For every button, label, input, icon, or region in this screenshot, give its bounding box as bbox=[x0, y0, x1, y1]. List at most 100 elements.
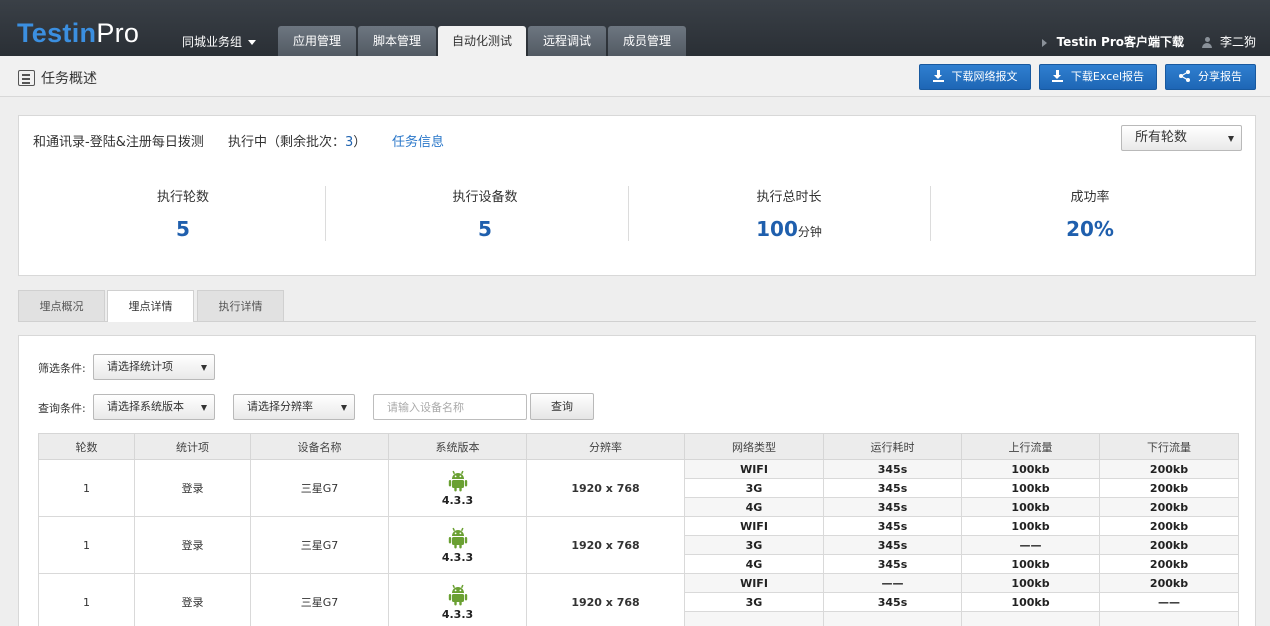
tab-app-management[interactable]: 应用管理 bbox=[278, 26, 356, 56]
share-report-button[interactable]: 分享报告 bbox=[1165, 64, 1256, 90]
col-header-device[interactable]: 设备名称 bbox=[250, 433, 389, 460]
col-header-download[interactable]: 下行流量 bbox=[1099, 433, 1239, 460]
cell-network: 4G bbox=[684, 497, 824, 517]
cell-device: 三星G7 bbox=[250, 573, 389, 626]
page-toolbar: 任务概述 下载网络报文 下载Excel报告 分享报告 bbox=[0, 56, 1270, 97]
cell-resolution: 1920 x 768 bbox=[526, 573, 685, 626]
user-icon bbox=[1201, 37, 1212, 48]
cell-upload: 100kb bbox=[961, 554, 1100, 574]
col-header-upload[interactable]: 上行流量 bbox=[961, 433, 1100, 460]
cell-device: 三星G7 bbox=[250, 516, 389, 574]
cell-runtime: 345s bbox=[823, 554, 962, 574]
stat-devices: 执行设备数 5 bbox=[452, 190, 518, 241]
col-header-stat-item[interactable]: 统计项 bbox=[134, 433, 251, 460]
cell-download bbox=[1099, 611, 1239, 626]
testin-pro-logo[interactable]: TestinPro bbox=[17, 20, 139, 47]
download-network-button[interactable]: 下载网络报文 bbox=[919, 64, 1031, 90]
task-list-icon bbox=[18, 70, 35, 86]
cell-upload: —— bbox=[961, 535, 1100, 555]
col-header-round[interactable]: 轮数 bbox=[38, 433, 135, 460]
cell-device: 三星G7 bbox=[250, 459, 389, 517]
table-header-row: 轮数 统计项 设备名称 系统版本 分辨率 网络类型 运行耗时 上行流量 下行流量 bbox=[38, 433, 1239, 460]
download-excel-button[interactable]: 下载Excel报告 bbox=[1039, 64, 1157, 90]
cell-runtime: 345s bbox=[823, 497, 962, 517]
tab-automation-test[interactable]: 自动化测试 bbox=[438, 26, 526, 56]
cell-runtime: 345s bbox=[823, 478, 962, 498]
caret-down-icon bbox=[248, 40, 257, 45]
cell-download: 200kb bbox=[1099, 478, 1239, 498]
stat-success-rate: 成功率 20% bbox=[1066, 190, 1114, 241]
cell-round: 1 bbox=[38, 516, 135, 574]
cell-network: WIFI bbox=[684, 573, 824, 593]
cell-download: 200kb bbox=[1099, 516, 1239, 536]
business-group-dropdown[interactable]: 同城业务组 bbox=[182, 33, 257, 50]
device-name-input[interactable] bbox=[373, 394, 527, 420]
tracking-table: 轮数 统计项 设备名称 系统版本 分辨率 网络类型 运行耗时 上行流量 下行流量… bbox=[38, 433, 1239, 626]
cell-upload bbox=[961, 611, 1100, 626]
user-menu[interactable]: 李二狗 bbox=[1201, 33, 1256, 50]
cell-version: 4.3.3 bbox=[388, 516, 527, 574]
cell-upload: 100kb bbox=[961, 516, 1100, 536]
share-icon bbox=[1179, 70, 1191, 82]
query-label: 查询条件: bbox=[38, 402, 86, 415]
divider bbox=[325, 186, 326, 241]
user-name: 李二狗 bbox=[1219, 35, 1256, 49]
tab-tracking-detail[interactable]: 埋点详情 bbox=[107, 290, 194, 322]
cell-download: —— bbox=[1099, 592, 1239, 612]
task-info-link[interactable]: 任务信息 bbox=[392, 131, 444, 150]
cell-network: WIFI bbox=[684, 459, 824, 479]
download-icon bbox=[932, 70, 944, 82]
cell-download: 200kb bbox=[1099, 535, 1239, 555]
query-button[interactable]: 查询 bbox=[530, 393, 594, 420]
tab-remote-debug[interactable]: 远程调试 bbox=[528, 26, 606, 56]
system-version-select[interactable]: 请选择系统版本 bbox=[93, 394, 215, 420]
stat-item-select[interactable]: 请选择统计项 bbox=[93, 354, 215, 380]
cell-network: WIFI bbox=[684, 516, 824, 536]
cell-runtime: 345s bbox=[823, 516, 962, 536]
cell-download: 200kb bbox=[1099, 573, 1239, 593]
cell-round: 1 bbox=[38, 459, 135, 517]
cell-stat-item: 登录 bbox=[134, 516, 251, 574]
cell-resolution: 1920 x 768 bbox=[526, 459, 685, 517]
tab-member-management[interactable]: 成员管理 bbox=[608, 26, 686, 56]
cell-resolution: 1920 x 768 bbox=[526, 516, 685, 574]
detail-tabs: 埋点概况 埋点详情 执行详情 bbox=[18, 290, 1256, 322]
cell-runtime: 345s bbox=[823, 459, 962, 479]
col-header-network[interactable]: 网络类型 bbox=[684, 433, 824, 460]
android-icon bbox=[448, 470, 467, 491]
dropdown-arrow-icon bbox=[201, 365, 207, 371]
cell-upload: 100kb bbox=[961, 573, 1100, 593]
download-icon bbox=[1051, 70, 1063, 82]
cell-download: 200kb bbox=[1099, 459, 1239, 479]
divider bbox=[628, 186, 629, 241]
cell-download: 200kb bbox=[1099, 497, 1239, 517]
tracking-detail-panel: 筛选条件: 请选择统计项 查询条件: 请选择系统版本 请选择分辨率 查询 轮数 … bbox=[18, 335, 1256, 626]
cell-upload: 100kb bbox=[961, 497, 1100, 517]
filter-label: 筛选条件: bbox=[38, 362, 86, 375]
cell-runtime: —— bbox=[823, 573, 962, 593]
stat-total-duration: 执行总时长 100分钟 bbox=[756, 190, 822, 241]
resolution-select[interactable]: 请选择分辨率 bbox=[233, 394, 355, 420]
dropdown-arrow-icon bbox=[341, 405, 347, 411]
tab-script-management[interactable]: 脚本管理 bbox=[358, 26, 436, 56]
divider bbox=[930, 186, 931, 241]
client-download-link[interactable]: Testin Pro客户端下载 bbox=[1041, 33, 1184, 50]
cell-network: 3G bbox=[684, 535, 824, 555]
tab-execution-detail[interactable]: 执行详情 bbox=[197, 290, 284, 321]
cell-upload: 100kb bbox=[961, 478, 1100, 498]
round-select[interactable]: 所有轮数 bbox=[1121, 125, 1242, 151]
col-header-version[interactable]: 系统版本 bbox=[388, 433, 527, 460]
col-header-runtime[interactable]: 运行耗时 bbox=[823, 433, 962, 460]
cell-network: 3G bbox=[684, 592, 824, 612]
cell-runtime bbox=[823, 611, 962, 626]
cell-runtime: 345s bbox=[823, 592, 962, 612]
table-row: 1 登录 三星G7 4.3.3 1920 x 768 WIFI 345s 100… bbox=[38, 516, 1239, 574]
dropdown-arrow-icon bbox=[201, 405, 207, 411]
cell-version: 4.3.3 bbox=[388, 573, 527, 626]
cell-network: 4G bbox=[684, 554, 824, 574]
col-header-resolution[interactable]: 分辨率 bbox=[526, 433, 685, 460]
tab-tracking-overview[interactable]: 埋点概况 bbox=[18, 290, 105, 321]
cell-version: 4.3.3 bbox=[388, 459, 527, 517]
cell-network: 3G bbox=[684, 478, 824, 498]
cell-network bbox=[684, 611, 824, 626]
